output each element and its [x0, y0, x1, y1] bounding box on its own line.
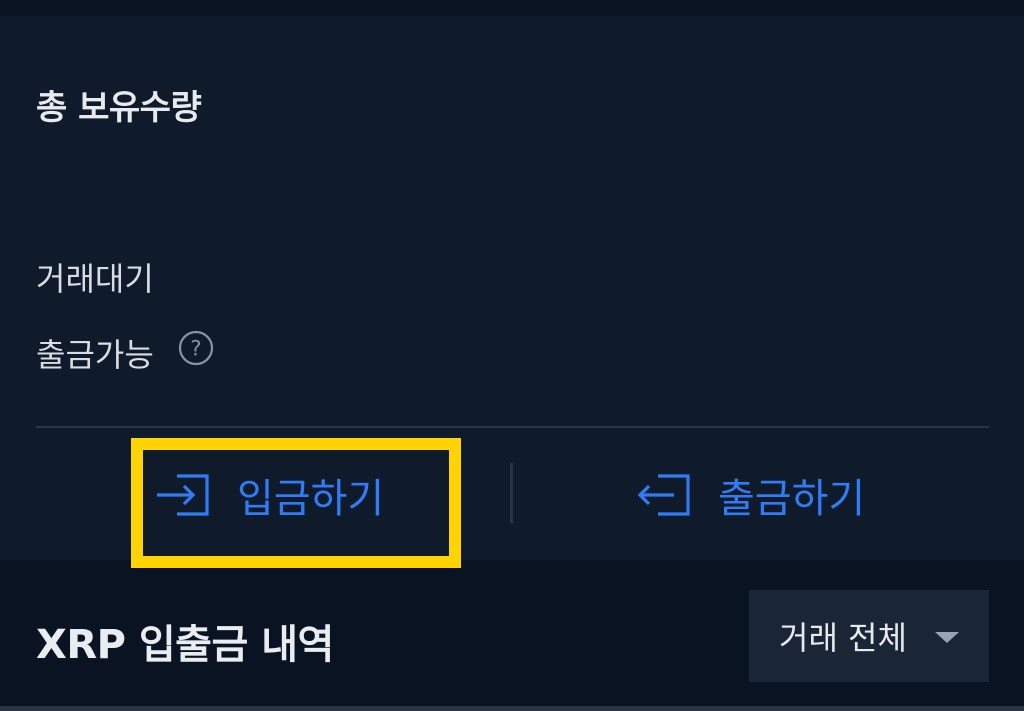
withdraw-button[interactable]: 출금하기: [636, 440, 865, 550]
caret-down-icon: [935, 632, 959, 643]
withdrawable-label: 출금가능: [36, 336, 154, 374]
pending-label: 거래대기: [36, 260, 154, 298]
transaction-filter-select[interactable]: 거래 전체: [749, 590, 989, 682]
bottom-border: [0, 706, 1024, 711]
logout-arrow-icon: [637, 474, 690, 516]
history-title: XRP 입출금 내역: [36, 622, 334, 668]
top-strip: [0, 0, 1024, 16]
holdings-title: 총 보유수량: [36, 88, 202, 128]
highlight-box: [131, 438, 461, 568]
question-circle-icon[interactable]: ?: [178, 330, 214, 366]
filter-selected-value: 거래 전체: [779, 619, 907, 657]
withdraw-label: 출금하기: [718, 476, 866, 522]
svg-text:?: ?: [190, 337, 201, 361]
action-separator: [510, 463, 513, 523]
divider: [36, 426, 989, 428]
